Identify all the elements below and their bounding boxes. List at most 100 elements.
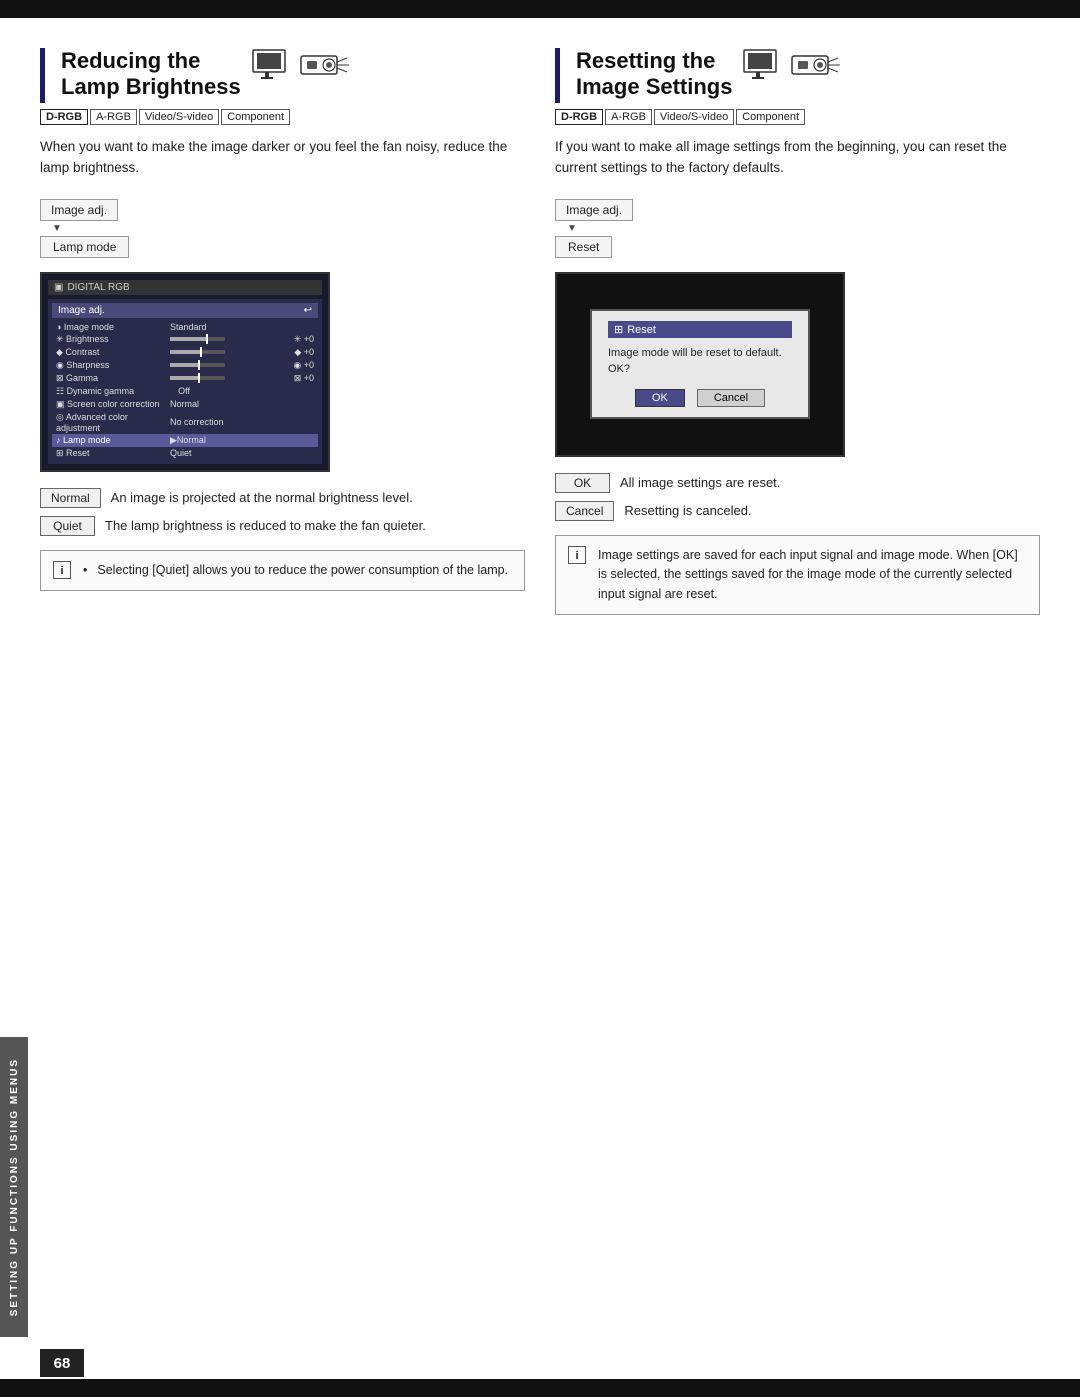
right-signal-badges: D-RGB A-RGB Video/S-video Component [555, 109, 1040, 125]
left-title-line1: Reducing the [61, 48, 200, 73]
left-button-normal: Normal An image is projected at the norm… [40, 488, 525, 508]
left-screenshot: ▣ DIGITAL RGB Image adj. ↩ ◑ Image mode … [40, 272, 330, 472]
row-label-9: ⊞ Reset [56, 448, 166, 459]
normal-button-label: Normal [40, 488, 101, 508]
right-title-line1: Resetting the [576, 48, 715, 73]
right-button-cancel: Cancel Resetting is canceled. [555, 501, 1040, 521]
reset-ok-button[interactable]: OK [635, 389, 685, 407]
right-note-box: i Image settings are saved for each inpu… [555, 535, 1040, 615]
screen-row-image-mode: ◑ Image mode Standard [52, 321, 318, 333]
left-button-quiet: Quiet The lamp brightness is reduced to … [40, 516, 525, 536]
right-note-row: i Image settings are saved for each inpu… [568, 546, 1027, 604]
cancel-button-label: Cancel [555, 501, 614, 521]
row-label-8: ♪ Lamp mode [56, 435, 166, 445]
screen-row-lamp-mode: ♪ Lamp mode ▶Normal [52, 434, 318, 447]
screen-inner: Image adj. ↩ ◑ Image mode Standard ✳ Bri… [48, 299, 322, 464]
row-val-2: ◆ +0 [294, 347, 314, 358]
row-label-1: ✳ Brightness [56, 334, 166, 345]
left-title-accent-bar [40, 48, 45, 103]
quiet-button-desc: The lamp brightness is reduced to make t… [105, 516, 426, 536]
right-note-icon: i [568, 546, 586, 564]
row-val-9: Quiet [170, 448, 192, 458]
badge-d-rgb-right: D-RGB [555, 109, 603, 125]
page-number: 68 [40, 1349, 84, 1377]
left-note-box: i • Selecting [Quiet] allows you to redu… [40, 550, 525, 591]
left-section-title: Reducing the Lamp Brightness [61, 48, 241, 101]
right-header-icons [742, 48, 842, 84]
reset-dialog-title-icon: ⊞ [614, 323, 623, 336]
ok-button-desc: All image settings are reset. [620, 473, 780, 493]
left-header-icons [251, 48, 351, 84]
screen-back-icon: ↩ [304, 305, 312, 316]
row-val-6: Normal [170, 399, 199, 409]
ok-button-label: OK [555, 473, 610, 493]
right-section-title: Resetting the Image Settings [576, 48, 732, 101]
screen-row-screen-color: ▣ Screen color correction Normal [52, 398, 318, 411]
cancel-button-desc: Resetting is canceled. [624, 501, 751, 521]
sidebar-label: SETTING UP FUNCTIONS USING MENUS [9, 1058, 20, 1316]
left-title-line2: Lamp Brightness [61, 74, 241, 99]
screen-row-reset: ⊞ Reset Quiet [52, 447, 318, 460]
left-menu-step2: Lamp mode [40, 236, 129, 258]
right-monitor-icon [742, 48, 784, 84]
row-val-8: ▶Normal [170, 435, 206, 446]
left-column: Reducing the Lamp Brightness [40, 48, 525, 615]
top-bar [0, 0, 1080, 18]
badge-a-rgb-right: A-RGB [605, 109, 652, 125]
left-note-text: Selecting [Quiet] allows you to reduce t… [97, 561, 508, 580]
reset-dialog: ⊞ Reset Image mode will be reset to defa… [590, 309, 810, 419]
bar-gamma [170, 376, 290, 380]
right-menu-arrow: ▼ [567, 223, 1040, 234]
row-label-5: ☷ Dynamic gamma [56, 386, 166, 397]
right-column: Resetting the Image Settings [555, 48, 1040, 615]
monitor-icon [251, 48, 293, 84]
screen-row-dynamic-gamma: ☷ Dynamic gamma Off [52, 385, 318, 398]
reset-dialog-buttons: OK Cancel [608, 389, 792, 407]
left-note-row: i • Selecting [Quiet] allows you to redu… [53, 561, 512, 580]
bar-sharpness [170, 363, 289, 367]
reset-dialog-title-text: Reset [627, 324, 656, 336]
row-label-3: ◉ Sharpness [56, 360, 166, 371]
right-note-text: Image settings are saved for each input … [598, 546, 1027, 604]
quiet-button-label: Quiet [40, 516, 95, 536]
left-menu-step1: Image adj. [40, 199, 118, 221]
right-section-header: Resetting the Image Settings [555, 48, 1040, 103]
left-description: When you want to make the image darker o… [40, 137, 525, 179]
left-menu-nav: Image adj. ▼ Lamp mode [40, 199, 525, 272]
projector-icon [299, 48, 351, 84]
right-screenshot: ⊞ Reset Image mode will be reset to defa… [555, 272, 845, 457]
right-menu-step1: Image adj. [555, 199, 633, 221]
reset-dialog-body: Image mode will be reset to default. OK? [608, 346, 792, 377]
screen-title-bar: ▣ DIGITAL RGB [48, 280, 322, 295]
left-section-header: Reducing the Lamp Brightness [40, 48, 525, 103]
row-label-2: ◆ Contrast [56, 347, 166, 358]
badge-component-right: Component [736, 109, 805, 125]
right-button-ok: OK All image settings are reset. [555, 473, 1040, 493]
right-menu-nav: Image adj. ▼ Reset [555, 199, 1040, 272]
badge-component-left: Component [221, 109, 290, 125]
sidebar: SETTING UP FUNCTIONS USING MENUS [0, 1037, 28, 1337]
left-note-bullet: • [83, 561, 87, 580]
normal-button-desc: An image is projected at the normal brig… [111, 488, 413, 508]
bar-contrast [170, 350, 290, 354]
screen-row-contrast: ◆ Contrast ◆ +0 [52, 346, 318, 359]
bar-brightness [170, 337, 290, 341]
badge-a-rgb-left: A-RGB [90, 109, 137, 125]
bottom-bar [0, 1379, 1080, 1397]
right-title-line2: Image Settings [576, 74, 732, 99]
row-val-1: ✳ +0 [294, 334, 314, 345]
right-title-accent-bar [555, 48, 560, 103]
left-signal-badges: D-RGB A-RGB Video/S-video Component [40, 109, 525, 125]
row-val-5: Off [170, 386, 190, 396]
badge-d-rgb-left: D-RGB [40, 109, 88, 125]
row-val-0: Standard [170, 322, 207, 332]
right-menu-step2: Reset [555, 236, 612, 258]
reset-cancel-button[interactable]: Cancel [697, 389, 765, 407]
row-label-7: ◎ Advanced color adjustment [56, 412, 166, 433]
screen-title-text: DIGITAL RGB [67, 282, 129, 293]
row-label-4: ⊠ Gamma [56, 373, 166, 384]
row-label-0: ◑ Image mode [56, 322, 166, 332]
row-label-6: ▣ Screen color correction [56, 399, 166, 410]
badge-video-right: Video/S-video [654, 109, 734, 125]
screen-title-icon: ▣ [54, 282, 63, 293]
